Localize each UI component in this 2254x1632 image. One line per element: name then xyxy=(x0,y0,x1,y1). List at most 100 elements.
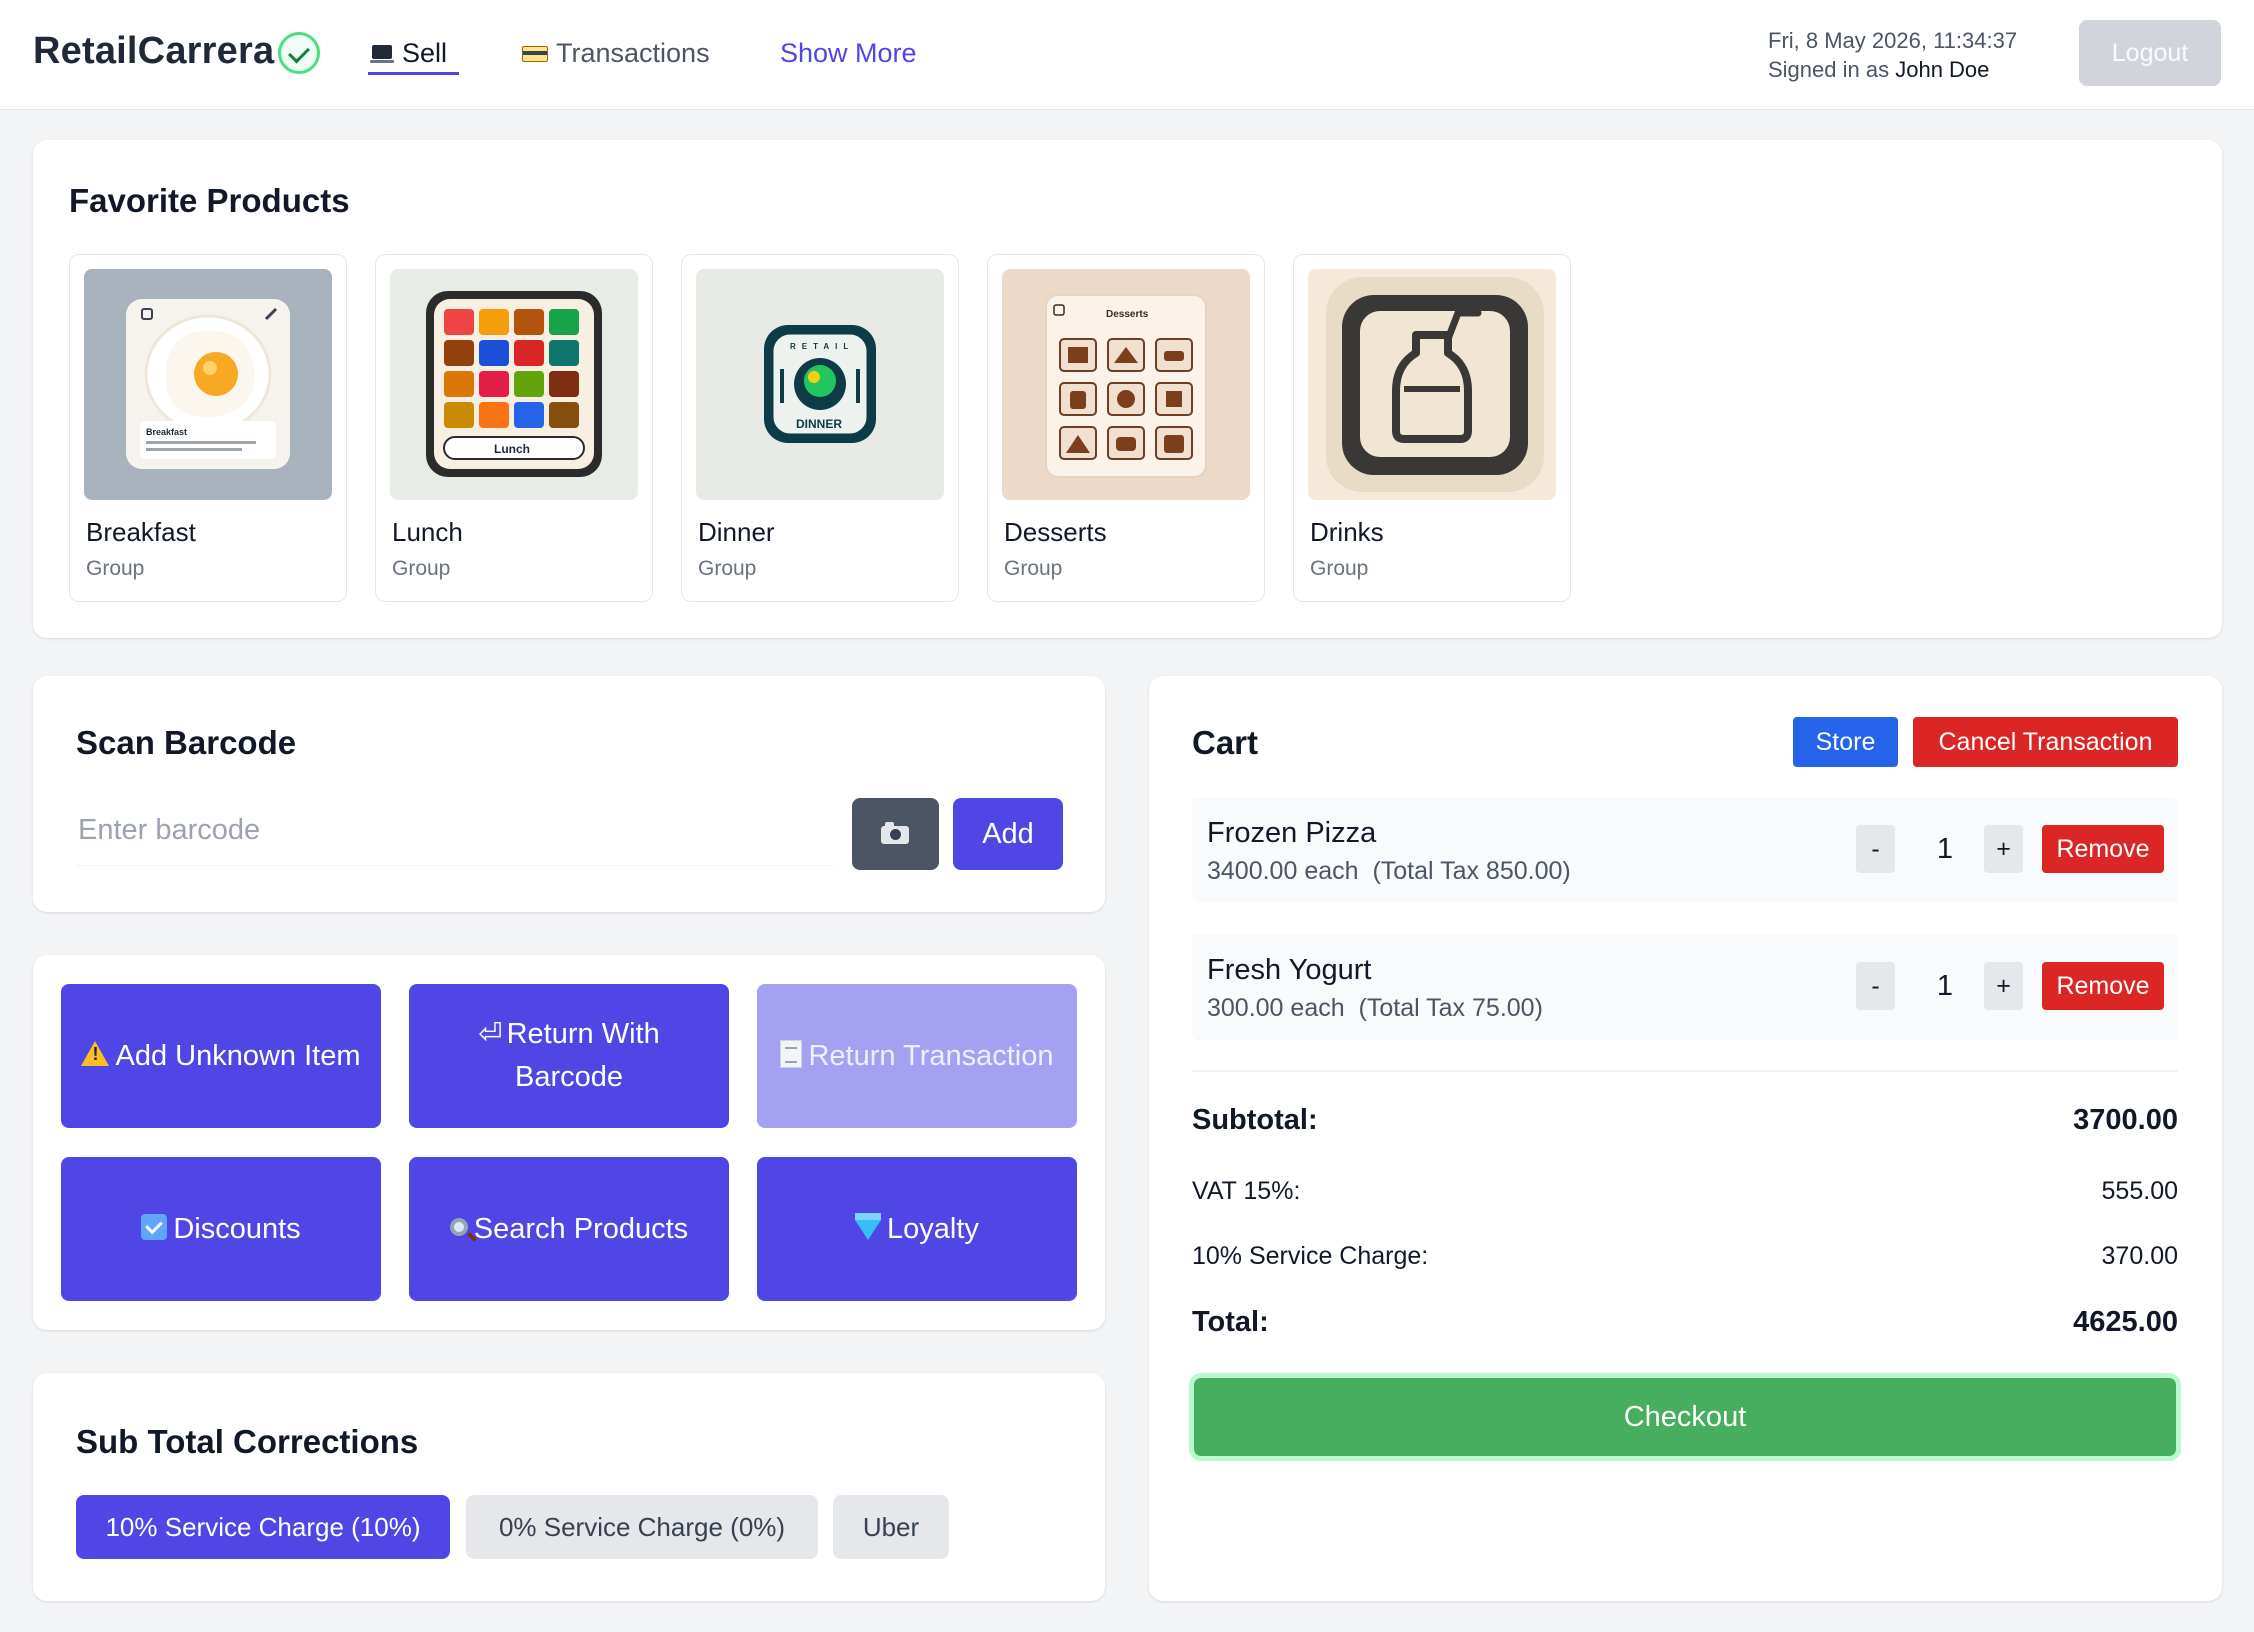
favorite-item-drinks[interactable]: Drinks Group xyxy=(1293,254,1571,602)
decrease-quantity-button[interactable]: - xyxy=(1856,962,1895,1010)
action-label: Loyalty xyxy=(887,1212,979,1245)
favorite-item-type: Group xyxy=(698,557,757,580)
favorite-item-desserts[interactable]: Desserts Desserts Group xyxy=(987,254,1265,602)
favorite-item-type: Group xyxy=(1004,557,1063,580)
increase-quantity-button[interactable]: + xyxy=(1984,825,2023,873)
checkout-button[interactable]: Checkout xyxy=(1194,1378,2176,1456)
barcode-input[interactable]: Enter barcode xyxy=(76,796,834,866)
favorite-item-name: Dinner xyxy=(698,517,775,547)
action-label: Add Unknown Item xyxy=(115,1039,361,1072)
subtotal-label: Subtotal: xyxy=(1192,1104,1318,1136)
service-charge-label: 10% Service Charge: xyxy=(1192,1242,1429,1270)
credit-card-icon xyxy=(522,45,548,62)
scan-barcode-panel: Scan Barcode Enter barcode Add xyxy=(33,676,1105,912)
favorite-item-name: Breakfast xyxy=(86,517,196,547)
favorite-item-lunch[interactable]: Lunch Lunch Group xyxy=(375,254,653,602)
favorite-item-dinner[interactable]: RETAIL DINNER Dinner Group xyxy=(681,254,959,602)
favorite-products-panel: Favorite Products Breakfast Breakfast Gr… xyxy=(33,140,2222,638)
svg-text:Desserts: Desserts xyxy=(1106,309,1149,320)
nav-sell[interactable]: Sell xyxy=(370,38,447,73)
cart-item-row: Frozen Pizza 3400.00 each (Total Tax 850… xyxy=(1192,797,2178,903)
add-unknown-item-button[interactable]: Add Unknown Item xyxy=(61,984,381,1128)
service-charge-10-option[interactable]: 10% Service Charge (10%) xyxy=(76,1495,450,1559)
logout-button[interactable]: Logout xyxy=(2079,20,2221,86)
return-arrow-icon: ⏎ xyxy=(478,1018,503,1051)
action-label: Return With Barcode xyxy=(506,1017,660,1094)
session-info: Fri, 8 May 2026, 11:34:37 Signed in as J… xyxy=(1768,26,2017,84)
service-charge-value: 370.00 xyxy=(2101,1242,2178,1270)
return-with-barcode-button[interactable]: ⏎ Return With Barcode xyxy=(409,984,729,1128)
cancel-transaction-button[interactable]: Cancel Transaction xyxy=(1913,717,2178,767)
search-products-button[interactable]: Search Products xyxy=(409,1157,729,1301)
svg-text:Breakfast: Breakfast xyxy=(146,427,187,437)
increase-quantity-button[interactable]: + xyxy=(1984,962,2023,1010)
vat-value: 555.00 xyxy=(2101,1177,2178,1205)
cart-item-price: 3400.00 each (Total Tax 850.00) xyxy=(1207,857,1571,885)
camera-scan-button[interactable] xyxy=(852,798,939,870)
action-label: Return Transaction xyxy=(808,1039,1054,1072)
down-arrow-icon xyxy=(141,1213,168,1240)
top-bar: RetailCarrera Sell Transactions Show Mor… xyxy=(0,0,2254,110)
decrease-quantity-button[interactable]: - xyxy=(1856,825,1895,873)
favorite-item-type: Group xyxy=(1310,557,1369,580)
magnifier-icon xyxy=(449,1217,468,1236)
warning-icon xyxy=(81,1041,110,1067)
user-name: John Doe xyxy=(1895,57,1990,82)
quantity-value: 1 xyxy=(1936,969,1954,1002)
favorites-title: Favorite Products xyxy=(69,182,350,219)
service-charge-row: 10% Service Charge: 370.00 xyxy=(1192,1242,2178,1271)
total-label: Total: xyxy=(1192,1306,1269,1338)
total-row: Total: 4625.00 xyxy=(1192,1306,2178,1339)
nav-transactions-label: Transactions xyxy=(556,38,710,68)
desserts-grid-icon: Desserts xyxy=(1002,269,1250,500)
favorite-item-breakfast[interactable]: Breakfast Breakfast Group xyxy=(69,254,347,602)
cart-item-name: Frozen Pizza xyxy=(1207,817,1377,849)
signed-in-prefix: Signed in as xyxy=(1768,57,1890,82)
vat-row: VAT 15%: 555.00 xyxy=(1192,1177,2178,1206)
breakfast-egg-icon: Breakfast xyxy=(84,269,332,500)
action-label: Search Products xyxy=(473,1212,689,1245)
return-transaction-button[interactable]: Return Transaction xyxy=(757,984,1077,1128)
gem-icon xyxy=(855,1212,882,1240)
subtotal-corrections-panel: Sub Total Corrections 10% Service Charge… xyxy=(33,1373,1105,1601)
nav-transactions[interactable]: Transactions xyxy=(522,38,710,69)
cart-title: Cart xyxy=(1192,724,1259,761)
drink-bottle-icon xyxy=(1308,269,1556,500)
favorite-item-name: Drinks xyxy=(1310,517,1384,547)
vat-label: VAT 15%: xyxy=(1192,1177,1301,1205)
svg-text:DINNER: DINNER xyxy=(796,417,842,431)
subtotal-value: 3700.00 xyxy=(2073,1104,2178,1136)
signed-in-line: Signed in as John Doe xyxy=(1768,55,2017,84)
brand-name: RetailCarrera xyxy=(33,30,275,72)
check-circle-icon xyxy=(278,32,320,74)
total-value: 4625.00 xyxy=(2073,1306,2178,1338)
uber-option[interactable]: Uber xyxy=(833,1495,949,1559)
store-button[interactable]: Store xyxy=(1793,717,1898,767)
add-barcode-button[interactable]: Add xyxy=(953,798,1063,870)
remove-item-button[interactable]: Remove xyxy=(2042,825,2164,873)
loyalty-button[interactable]: Loyalty xyxy=(757,1157,1077,1301)
subtotal-row: Subtotal: 3700.00 xyxy=(1192,1104,2178,1137)
favorite-item-name: Desserts xyxy=(1004,517,1107,547)
quantity-value: 1 xyxy=(1936,832,1954,865)
service-charge-0-option[interactable]: 0% Service Charge (0%) xyxy=(466,1495,818,1559)
scan-title: Scan Barcode xyxy=(76,724,297,761)
cart-item-price: 300.00 each (Total Tax 75.00) xyxy=(1207,994,1543,1022)
svg-text:Lunch: Lunch xyxy=(494,442,530,456)
laptop-icon xyxy=(370,44,394,63)
cart-panel: Cart Store Cancel Transaction Frozen Piz… xyxy=(1149,676,2222,1601)
cart-divider xyxy=(1192,1070,2178,1072)
nav-show-more[interactable]: Show More xyxy=(780,38,917,69)
favorite-item-type: Group xyxy=(392,557,451,580)
receipt-icon xyxy=(780,1039,803,1068)
favorite-item-name: Lunch xyxy=(392,517,463,547)
current-datetime: Fri, 8 May 2026, 11:34:37 xyxy=(1768,28,2018,53)
dinner-badge-icon: RETAIL DINNER xyxy=(696,269,944,500)
lunch-grid-icon: Lunch xyxy=(390,269,638,500)
active-nav-indicator xyxy=(368,72,459,75)
remove-item-button[interactable]: Remove xyxy=(2042,962,2164,1010)
svg-text:RETAIL: RETAIL xyxy=(790,342,854,351)
favorite-item-type: Group xyxy=(86,557,145,580)
discounts-button[interactable]: Discounts xyxy=(61,1157,381,1301)
action-label: Discounts xyxy=(173,1212,301,1245)
